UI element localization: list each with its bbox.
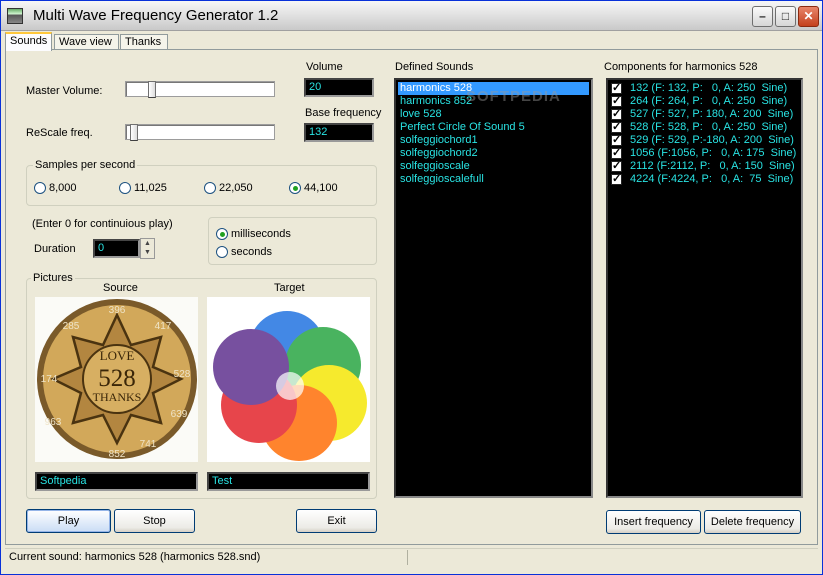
base-frequency-field[interactable]: 132 bbox=[304, 123, 374, 142]
component-list-item[interactable]: 132 (F: 132, P: 0, A: 250 Sine) bbox=[628, 82, 787, 95]
seal-num-bottom: 852 bbox=[109, 449, 126, 460]
sound-list-item[interactable]: solfeggioscale bbox=[398, 160, 470, 173]
delete-frequency-button[interactable]: Delete frequency bbox=[704, 510, 801, 534]
samples-title: Samples per second bbox=[33, 159, 138, 171]
seal-num-left-bottom: 963 bbox=[45, 417, 62, 428]
component-checkbox[interactable] bbox=[611, 81, 622, 94]
close-button[interactable]: ✕ bbox=[798, 6, 819, 27]
master-volume-label: Master Volume: bbox=[26, 85, 103, 97]
seal-num-right-bottom: 639 bbox=[171, 409, 188, 420]
master-volume-slider[interactable] bbox=[125, 81, 275, 98]
app-icon bbox=[7, 8, 23, 24]
component-list-item[interactable]: 1056 (F:1056, P: 0, A: 175 Sine) bbox=[628, 147, 796, 160]
component-list-item[interactable]: 4224 (F:4224, P: 0, A: 75 Sine) bbox=[628, 173, 793, 186]
component-list-item[interactable]: 2112 (F:2112, P: 0, A: 150 Sine) bbox=[628, 160, 795, 173]
duration-units-group: milliseconds seconds bbox=[208, 217, 377, 265]
component-list-item[interactable]: 264 (F: 264, P: 0, A: 250 Sine) bbox=[628, 95, 787, 108]
component-list-item[interactable]: 528 (F: 528, P: 0, A: 250 Sine) bbox=[628, 121, 787, 134]
status-bar: Current sound: harmonics 528 (harmonics … bbox=[5, 548, 818, 566]
seal-line3: THANKS bbox=[93, 390, 142, 404]
status-text: Current sound: harmonics 528 (harmonics … bbox=[9, 551, 261, 563]
volume-field[interactable]: 20 bbox=[304, 78, 374, 97]
rescale-slider[interactable] bbox=[125, 124, 275, 141]
seal-num-right-top: 417 bbox=[155, 321, 172, 332]
tab-thanks[interactable]: Thanks bbox=[120, 34, 168, 50]
component-list-item[interactable]: 527 (F: 527, P: 180, A: 200 Sine) bbox=[628, 108, 793, 121]
target-image bbox=[207, 297, 370, 462]
sound-list-item[interactable]: Perfect Circle Of Sound 5 bbox=[398, 121, 525, 134]
components-list[interactable]: 132 (F: 132, P: 0, A: 250 Sine)264 (F: 2… bbox=[606, 78, 803, 498]
pictures-title: Pictures bbox=[31, 272, 75, 284]
sound-list-item[interactable]: harmonics 852 bbox=[398, 95, 472, 108]
pictures-group: Pictures Source Target LOVE 528 THANKS 3… bbox=[26, 272, 377, 499]
seal-num-left: 174 bbox=[41, 374, 58, 385]
target-name-field[interactable]: Test bbox=[207, 472, 370, 491]
defined-sounds-title: Defined Sounds bbox=[395, 61, 474, 73]
duration-spinner[interactable]: ▲ ▼ bbox=[140, 238, 155, 259]
seal-num-top: 396 bbox=[109, 305, 126, 316]
source-label: Source bbox=[103, 282, 138, 294]
master-volume-thumb[interactable] bbox=[148, 81, 156, 98]
component-checkbox[interactable] bbox=[611, 120, 622, 133]
radio-22050[interactable] bbox=[204, 182, 216, 194]
minimize-button[interactable]: – bbox=[752, 6, 773, 27]
seal-line1: LOVE bbox=[100, 348, 135, 363]
tab-wave-view[interactable]: Wave view bbox=[54, 34, 119, 50]
title-bar[interactable]: Multi Wave Frequency Generator 1.2 – □ ✕ bbox=[1, 1, 822, 31]
radio-44100[interactable] bbox=[289, 182, 301, 194]
play-button[interactable]: Play bbox=[26, 509, 111, 533]
radio-milliseconds-label: milliseconds bbox=[231, 228, 291, 240]
component-checkbox[interactable] bbox=[611, 159, 622, 172]
tab-sounds[interactable]: Sounds bbox=[5, 32, 52, 51]
spin-up-icon[interactable]: ▲ bbox=[141, 239, 154, 248]
radio-8000-label: 8,000 bbox=[49, 182, 77, 194]
seal-num-bottom-right: 741 bbox=[140, 439, 157, 450]
maximize-button[interactable]: □ bbox=[775, 6, 796, 27]
exit-button[interactable]: Exit bbox=[296, 509, 377, 533]
stop-button[interactable]: Stop bbox=[114, 509, 195, 533]
base-frequency-label: Base frequency bbox=[305, 107, 382, 119]
duration-hint: (Enter 0 for continuious play) bbox=[32, 218, 173, 230]
radio-11025[interactable] bbox=[119, 182, 131, 194]
components-title: Components for harmonics 528 bbox=[604, 61, 758, 73]
radio-22050-label: 22,050 bbox=[219, 182, 253, 194]
source-name-field[interactable]: Softpedia bbox=[35, 472, 198, 491]
sounds-panel: Master Volume: ReScale freq. Volume 20 B… bbox=[5, 49, 818, 545]
duration-field[interactable]: 0 bbox=[93, 239, 140, 258]
sound-list-item[interactable]: solfeggiochord1 bbox=[398, 134, 478, 147]
component-checkbox[interactable] bbox=[611, 107, 622, 120]
radio-44100-label: 44,100 bbox=[304, 182, 338, 194]
component-checkbox[interactable] bbox=[611, 133, 622, 146]
window-title: Multi Wave Frequency Generator 1.2 bbox=[33, 7, 279, 24]
seal-line2: 528 bbox=[98, 365, 136, 392]
radio-8000[interactable] bbox=[34, 182, 46, 194]
component-checkbox[interactable] bbox=[611, 94, 622, 107]
component-checkbox[interactable] bbox=[611, 172, 622, 185]
rescale-thumb[interactable] bbox=[130, 124, 138, 141]
component-list-item[interactable]: 529 (F: 529, P:-180, A: 200 Sine) bbox=[628, 134, 794, 147]
radio-11025-label: 11,025 bbox=[134, 182, 167, 194]
source-image: LOVE 528 THANKS 396 417 528 639 741 852 … bbox=[35, 297, 198, 462]
component-checkbox[interactable] bbox=[611, 146, 622, 159]
samples-group: Samples per second 8,000 11,025 22,050 4… bbox=[26, 159, 377, 206]
watermark: SOFTPEDIA bbox=[466, 88, 561, 105]
radio-seconds[interactable] bbox=[216, 246, 228, 258]
seal-num-left-top: 285 bbox=[63, 321, 80, 332]
radio-milliseconds[interactable] bbox=[216, 228, 228, 240]
volume-label: Volume bbox=[306, 61, 343, 73]
defined-sounds-list[interactable]: harmonics 528 harmonics 852 love 528 Perfec… bbox=[394, 78, 593, 498]
duration-label: Duration bbox=[34, 243, 76, 255]
app-window: Multi Wave Frequency Generator 1.2 – □ ✕… bbox=[0, 0, 823, 575]
insert-frequency-button[interactable]: Insert frequency bbox=[606, 510, 701, 534]
sound-list-item[interactable]: solfeggiochord2 bbox=[398, 147, 478, 160]
spin-down-icon[interactable]: ▼ bbox=[141, 248, 154, 257]
radio-seconds-label: seconds bbox=[231, 246, 272, 258]
sound-list-item[interactable]: solfeggioscalefull bbox=[398, 173, 484, 186]
seal-num-right: 528 bbox=[174, 369, 191, 380]
sound-list-item[interactable]: love 528 bbox=[398, 108, 442, 121]
rescale-label: ReScale freq. bbox=[26, 127, 93, 139]
target-label: Target bbox=[274, 282, 305, 294]
